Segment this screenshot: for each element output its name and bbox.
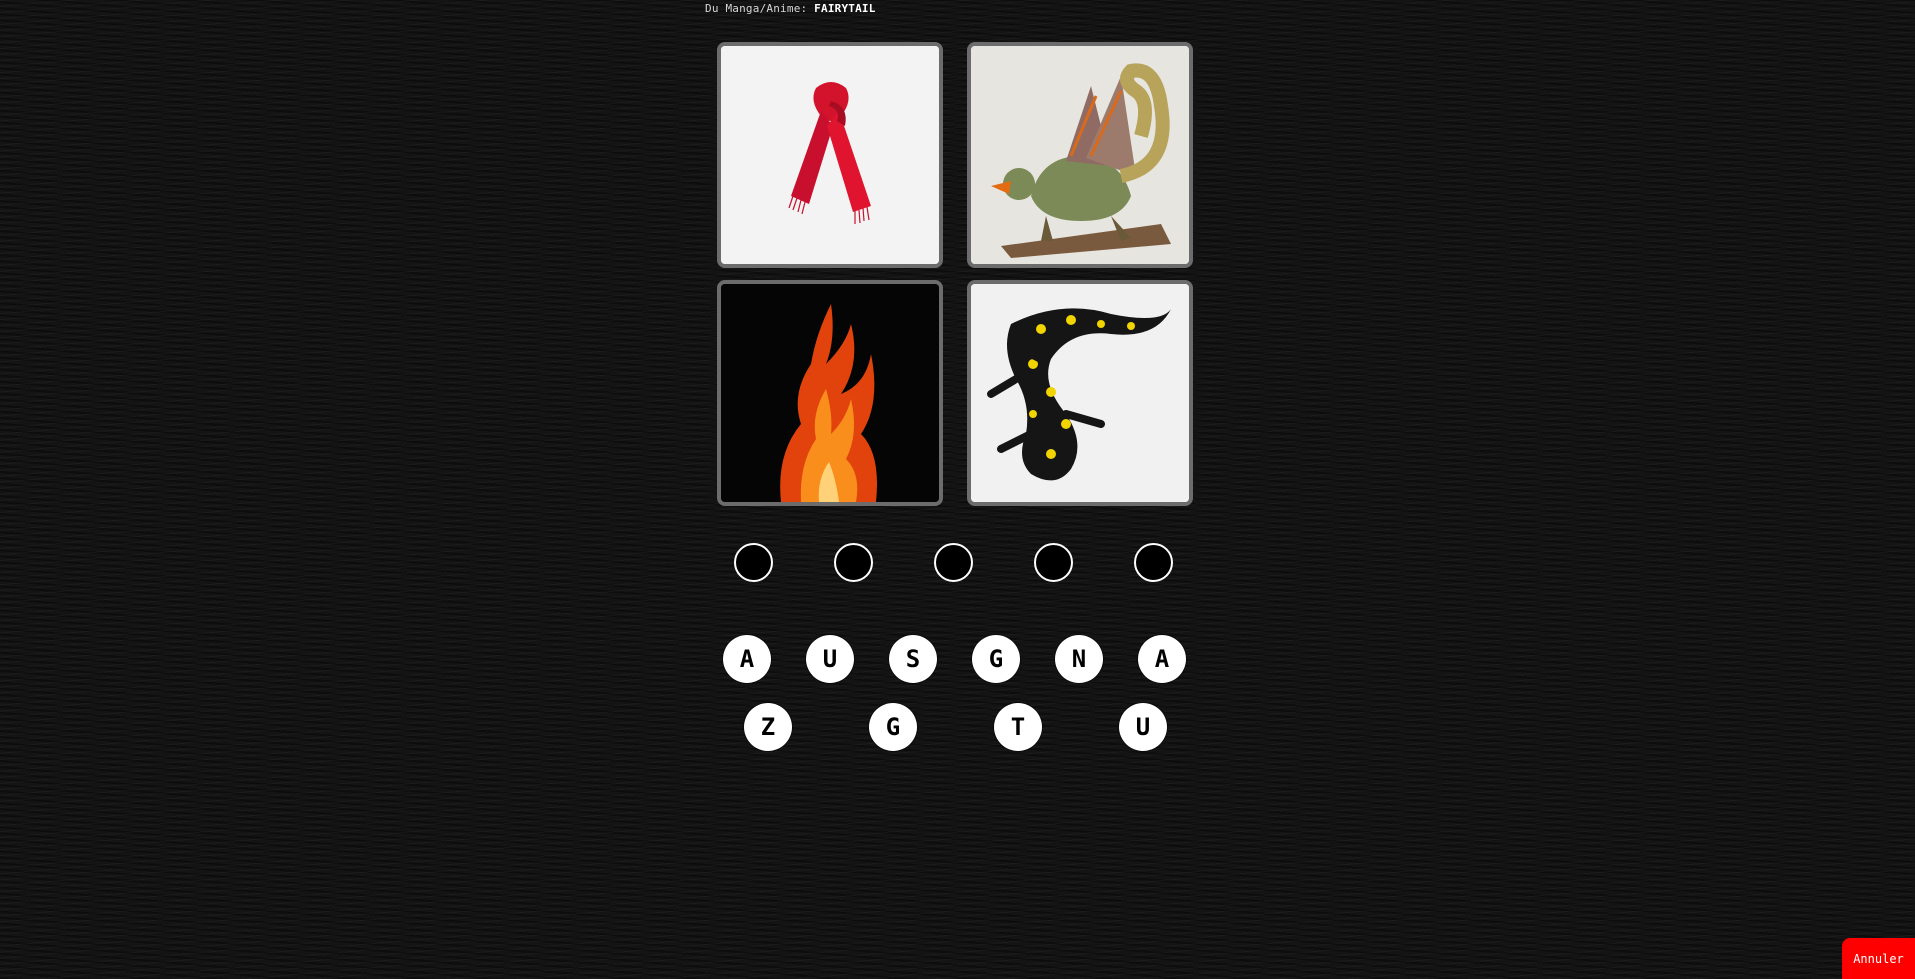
letter-tile[interactable]: A [723, 635, 771, 683]
fire-picture [721, 284, 939, 502]
answer-slot[interactable] [934, 543, 973, 582]
letter-tile[interactable]: T [994, 703, 1042, 751]
letter-tile[interactable]: S [889, 635, 937, 683]
scarf-picture [721, 46, 939, 264]
clue-image-scarf [717, 42, 943, 268]
letter-tile[interactable]: A [1138, 635, 1186, 683]
anime-name: FAIRYTAIL [814, 2, 876, 15]
letter-tile[interactable]: Z [744, 703, 792, 751]
header-prefix: Du Manga/Anime: [705, 2, 808, 15]
letter-tile[interactable]: G [869, 703, 917, 751]
answer-slot[interactable] [1034, 543, 1073, 582]
page-header: Du Manga/Anime: FAIRYTAIL [705, 2, 876, 15]
dragon-picture [971, 46, 1189, 264]
letter-tile[interactable]: U [1119, 703, 1167, 751]
answer-slot[interactable] [734, 543, 773, 582]
answer-slot[interactable] [834, 543, 873, 582]
clue-image-salamander [967, 280, 1193, 506]
clue-image-fire [717, 280, 943, 506]
clue-image-dragon [967, 42, 1193, 268]
image-grid [717, 42, 1193, 506]
salamander-picture [971, 284, 1189, 502]
letter-tile[interactable]: U [806, 635, 854, 683]
letter-tile[interactable]: N [1055, 635, 1103, 683]
cancel-button[interactable]: Annuler [1842, 938, 1915, 979]
letter-tile[interactable]: G [972, 635, 1020, 683]
answer-slot[interactable] [1134, 543, 1173, 582]
